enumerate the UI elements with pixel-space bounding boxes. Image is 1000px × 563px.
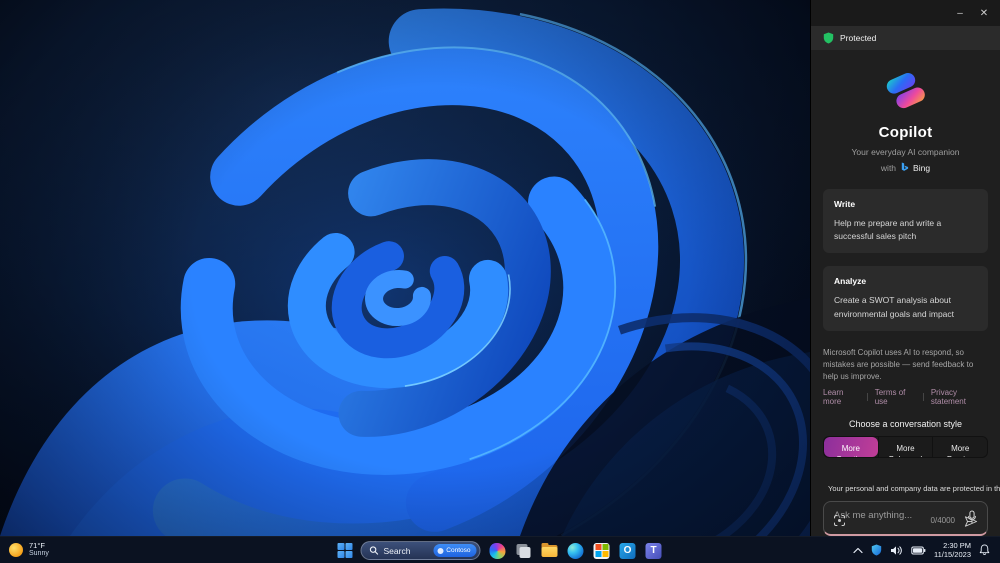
suggestion-description: Create a SWOT analysis about environment… <box>834 295 955 319</box>
copilot-sidebar: – ✕ Protected Copilot Your everyday AI c… <box>810 0 1000 536</box>
copilot-subtitle: Your everyday AI companion <box>851 147 960 157</box>
terms-of-use-link[interactable]: Terms of use <box>875 388 916 406</box>
learn-more-link[interactable]: Learn more <box>823 388 860 406</box>
microsoft-store-icon <box>593 542 610 559</box>
with-label: with <box>880 162 897 173</box>
chat-input-container: 0/4000 <box>823 500 988 536</box>
clock[interactable]: 2:30 PM 11/15/2023 <box>934 541 971 559</box>
minimize-button[interactable]: – <box>948 3 972 23</box>
protection-status-badge[interactable]: Protected <box>811 26 1000 50</box>
search-box[interactable]: Search Contoso <box>360 541 481 560</box>
style-option-line2: Creative <box>826 454 876 456</box>
style-option-precise[interactable]: More Precise <box>932 436 987 457</box>
taskbar-app-edge[interactable] <box>567 542 585 560</box>
taskbar-app-teams[interactable]: T <box>645 542 663 560</box>
style-option-balanced[interactable]: More Balanced <box>877 436 933 457</box>
copilot-content: Copilot Your everyday AI companion with … <box>811 50 1000 536</box>
divider <box>922 392 924 401</box>
battery-icon[interactable] <box>911 546 926 555</box>
weather-condition: Sunny <box>29 550 49 558</box>
suggestion-title: Analyze <box>834 276 867 287</box>
screen: – ✕ Protected Copilot Your everyday AI c… <box>0 0 1000 563</box>
copilot-logo <box>823 68 988 114</box>
protected-label: Protected <box>840 33 877 43</box>
divider <box>866 392 868 401</box>
weather-temperature: 71°F <box>29 540 45 550</box>
volume-icon[interactable] <box>890 545 903 556</box>
data-privacy-note: Your personal and company data are prote… <box>823 484 1000 494</box>
search-badge-label: Contoso <box>446 547 471 554</box>
close-button[interactable]: ✕ <box>972 3 996 23</box>
sun-icon <box>9 542 23 557</box>
privacy-note-text: Your personal and company data are prote… <box>828 484 1000 494</box>
taskbar-app-file-explorer[interactable] <box>541 542 559 560</box>
ai-disclaimer: Microsoft Copilot uses AI to respond, so… <box>823 347 974 381</box>
conversation-style-label: Choose a conversation style <box>848 418 963 429</box>
start-button[interactable] <box>337 543 353 558</box>
conversation-style-toggle: More Creative More Balanced More Precise <box>823 435 988 458</box>
taskbar-app-copilot[interactable] <box>489 542 507 560</box>
system-tray: 2:30 PM 11/15/2023 <box>853 541 1000 559</box>
search-highlight-badge[interactable]: Contoso <box>433 544 477 557</box>
style-option-line1: More <box>841 443 860 453</box>
shield-protected-icon <box>823 32 834 44</box>
bing-icon <box>901 162 909 171</box>
notifications-bell-icon[interactable] <box>979 544 990 556</box>
taskbar-app-outlook[interactable]: O <box>619 542 637 560</box>
edge-icon <box>567 542 584 559</box>
privacy-statement-link[interactable]: Privacy statement <box>931 388 988 406</box>
contoso-logo-icon <box>437 547 444 554</box>
widgets-weather-button[interactable]: 71°F Sunny <box>0 540 49 559</box>
style-option-line1: More <box>951 443 970 453</box>
date-label: 11/15/2023 <box>934 550 971 559</box>
copilot-title: Copilot <box>878 124 933 141</box>
outlook-icon: O <box>619 542 636 559</box>
bloom-wallpaper-art <box>0 0 810 536</box>
bing-label: Bing <box>913 162 931 173</box>
copilot-logo-icon <box>886 72 925 109</box>
add-image-icon[interactable] <box>833 514 846 527</box>
panel-titlebar: – ✕ <box>811 0 1000 26</box>
style-option-line2: Balanced <box>881 454 931 456</box>
taskbar: 71°F Sunny Search Contoso O T 2:30 PM 11… <box>0 536 1000 563</box>
teams-icon: T <box>645 542 662 559</box>
style-option-line2: Precise <box>935 454 985 456</box>
suggestion-description: Help me prepare and write a successful s… <box>834 218 942 242</box>
suggestion-card-analyze[interactable]: Analyze Create a SWOT analysis about env… <box>823 266 988 331</box>
security-shield-icon[interactable] <box>871 544 882 556</box>
time-label: 2:30 PM <box>943 541 971 550</box>
suggestion-card-write[interactable]: Write Help me prepare and write a succes… <box>823 189 988 254</box>
taskbar-app-microsoft-store[interactable] <box>593 542 611 560</box>
taskbar-center-group: Search Contoso O T <box>337 537 663 563</box>
style-option-creative[interactable]: More Creative <box>824 436 878 457</box>
with-bing-row: with Bing <box>823 162 988 173</box>
copilot-icon <box>489 542 506 559</box>
send-icon[interactable] <box>964 515 978 528</box>
taskbar-app-task-view[interactable] <box>515 542 533 560</box>
character-counter: 0/4000 <box>930 516 955 525</box>
legal-links: Learn more Terms of use Privacy statemen… <box>823 388 988 406</box>
search-icon <box>369 546 379 555</box>
search-label: Search <box>383 545 411 556</box>
hidden-icons-chevron-icon[interactable] <box>853 547 863 554</box>
suggestion-title: Write <box>834 199 856 209</box>
style-option-line1: More <box>896 443 915 453</box>
